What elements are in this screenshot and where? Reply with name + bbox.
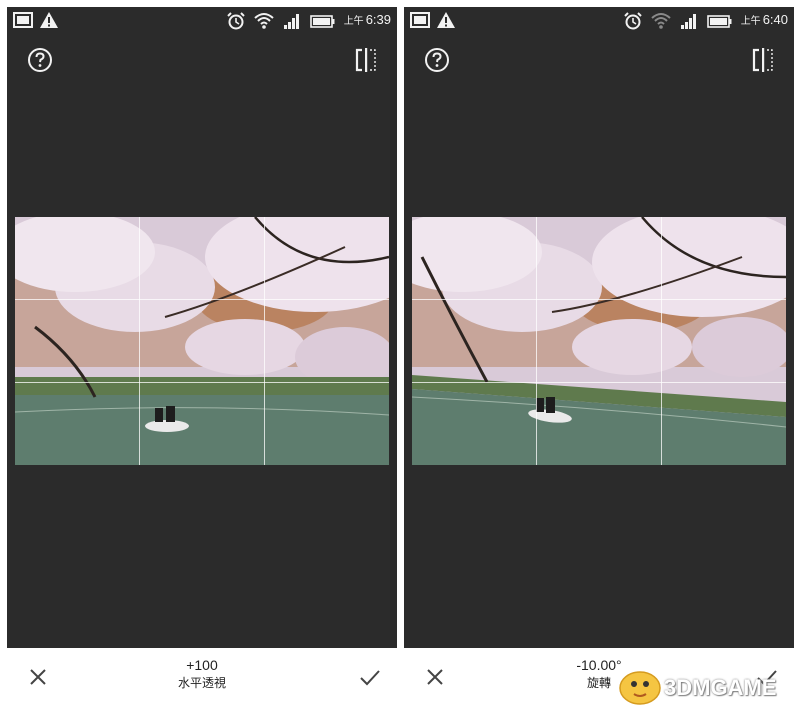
grid-line (412, 299, 786, 300)
grid-line (139, 217, 140, 465)
alarm-icon (623, 12, 643, 30)
warning-icon (436, 11, 456, 29)
bottom-action-bar: +100 水平透視 (7, 648, 397, 707)
photo-preview[interactable] (412, 217, 786, 465)
grid-line (15, 382, 389, 383)
compare-icon[interactable] (353, 47, 379, 73)
adjustment-label: 水平透視 (177, 676, 226, 690)
editor-canvas: 上午 6:40 (404, 7, 794, 648)
gallery-icon (410, 11, 430, 29)
adjustment-value: +100 (186, 657, 218, 673)
help-icon[interactable] (424, 47, 450, 73)
wifi-icon (651, 12, 671, 30)
signal-icon (282, 12, 302, 30)
grid-line (15, 299, 389, 300)
grid-line (661, 217, 662, 465)
status-bar: 上午 6:40 (404, 7, 794, 33)
compare-icon[interactable] (750, 47, 776, 73)
alarm-icon (226, 12, 246, 30)
gallery-icon (13, 11, 33, 29)
editor-canvas: 上午 6:39 (7, 7, 397, 648)
check-icon[interactable] (359, 666, 381, 688)
adjustment-readout: +100 水平透視 (127, 657, 277, 691)
signal-icon (679, 12, 699, 30)
status-bar: 上午 6:39 (7, 7, 397, 33)
watermark-logo: 3DMGAME (612, 662, 800, 707)
left-editor-screen: 上午 6:39 +100 水平透視 (7, 7, 397, 707)
watermark-brand: 3DMGAME (664, 675, 777, 700)
grid-line (412, 382, 786, 383)
close-icon[interactable] (424, 666, 446, 688)
battery-icon (309, 12, 336, 30)
wifi-icon (254, 12, 274, 30)
cherry-blossom-scene (15, 217, 389, 465)
mascot-icon (619, 671, 661, 705)
status-time: 上午 6:39 (343, 12, 391, 27)
grid-line (264, 217, 265, 465)
status-time: 上午 6:40 (740, 12, 788, 27)
help-icon[interactable] (27, 47, 53, 73)
right-editor-screen: 上午 6:40 -10.00° 旋轉 (404, 7, 794, 707)
close-icon[interactable] (27, 666, 49, 688)
cherry-blossom-scene (412, 217, 786, 465)
warning-icon (39, 11, 59, 29)
battery-icon (706, 12, 733, 30)
photo-preview[interactable] (15, 217, 389, 465)
grid-line (536, 217, 537, 465)
